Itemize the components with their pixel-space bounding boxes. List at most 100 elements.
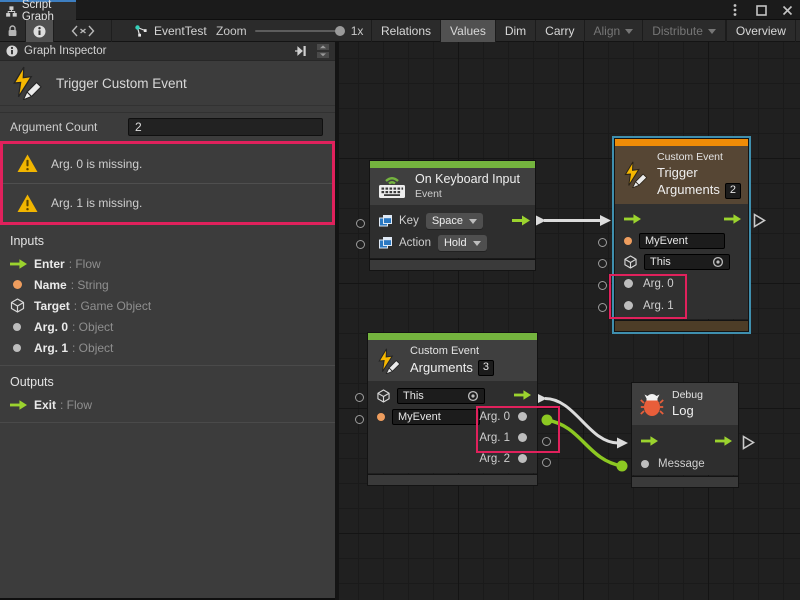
cube-icon[interactable] <box>624 255 637 269</box>
port-this-outer[interactable] <box>598 259 607 268</box>
flow-out-port[interactable] <box>514 390 531 400</box>
event-name-field[interactable]: MyEvent <box>639 233 725 249</box>
inspector-toggle-button[interactable] <box>26 20 54 42</box>
port-arg2-outer[interactable] <box>542 458 551 467</box>
wire-start-arrow <box>536 393 547 404</box>
port-row-name: Name: String <box>0 274 335 295</box>
flow-out-port[interactable] <box>724 214 741 224</box>
port-this-outer[interactable] <box>355 393 364 402</box>
argument-count-label: Argument Count <box>10 120 128 134</box>
flow-out-port[interactable] <box>715 436 732 446</box>
node-footer <box>632 477 738 487</box>
code-brackets-icon <box>71 25 95 37</box>
object-dot-icon <box>13 323 21 331</box>
string-port-dot[interactable] <box>377 413 385 421</box>
window-close-icon[interactable] <box>780 3 794 17</box>
port-myevent-outer[interactable] <box>598 238 607 247</box>
flow-in-port[interactable] <box>624 214 641 224</box>
warning-row: Arg. 0 is missing. <box>3 144 332 183</box>
graph-toolbar: EventTest Zoom 1x Relations Values Dim C… <box>0 20 800 42</box>
object-dot-icon <box>13 344 21 352</box>
flow-in-port[interactable] <box>641 436 658 446</box>
selected-color-bar <box>615 139 748 146</box>
target-icon[interactable] <box>467 390 479 402</box>
flow-continue-triangle[interactable] <box>742 435 755 450</box>
port-label-arg2: Arg. 2 <box>479 453 510 465</box>
dim-button[interactable]: Dim <box>495 20 535 42</box>
tab-bar: Script Graph <box>0 0 800 20</box>
node-title: On Keyboard Input <box>415 172 520 188</box>
action-dropdown[interactable]: Hold <box>438 235 487 251</box>
node-category: Custom Event <box>410 345 494 359</box>
node-footer <box>615 321 748 331</box>
object-port-dot[interactable] <box>641 460 649 468</box>
port-row-enter: Enter: Flow <box>0 253 335 274</box>
window-controls <box>728 2 794 18</box>
port-arg0-outer[interactable] <box>598 281 607 290</box>
debug-mode-button[interactable] <box>54 20 112 42</box>
spinner-control[interactable] <box>317 44 329 58</box>
arguments-count-field[interactable]: 3 <box>478 360 494 376</box>
flow-continue-triangle[interactable] <box>753 213 766 228</box>
window-menu-icon[interactable] <box>728 3 742 17</box>
bolt-pencil-icon <box>622 161 649 188</box>
warning-text: Arg. 0 is missing. <box>51 157 142 171</box>
dock-icon[interactable] <box>294 45 307 57</box>
node-category: Debug <box>672 389 703 402</box>
port-key-outer[interactable] <box>356 219 365 228</box>
wire-end-arrow <box>617 438 628 449</box>
port-action-outer[interactable] <box>356 240 365 249</box>
lock-button[interactable] <box>0 20 26 42</box>
node-on-keyboard-input[interactable]: On Keyboard Input Event Key Space Action… <box>370 161 535 270</box>
zoom-control: Zoom 1x <box>216 20 363 42</box>
zoom-slider-handle[interactable] <box>335 26 345 36</box>
node-footer <box>370 260 535 270</box>
align-button[interactable]: Align <box>584 20 643 42</box>
graph-inspector-panel: Graph Inspector Trigger Custom Event Arg… <box>0 42 335 600</box>
argument-count-row: Argument Count 2 <box>0 113 335 141</box>
target-field[interactable]: This <box>397 388 485 404</box>
port-row-exit: Exit: Flow <box>0 394 335 415</box>
object-port-dot[interactable] <box>518 454 527 463</box>
graph-icon <box>134 24 148 38</box>
values-button[interactable]: Values <box>440 20 495 42</box>
distribute-button[interactable]: Distribute <box>642 20 725 42</box>
warning-triangle-icon <box>17 154 38 173</box>
graph-name: EventTest <box>134 20 207 42</box>
spinner-up-icon[interactable] <box>317 44 329 50</box>
port-arg1-outer[interactable] <box>598 303 607 312</box>
event-name-field[interactable]: MyEvent <box>392 409 480 425</box>
graph-canvas[interactable]: On Keyboard Input Event Key Space Action… <box>339 42 800 600</box>
overview-button[interactable]: Overview <box>725 20 795 42</box>
spinner-down-icon[interactable] <box>317 52 329 58</box>
wire-port-dot[interactable] <box>617 461 628 472</box>
relations-button[interactable]: Relations <box>371 20 440 42</box>
target-icon[interactable] <box>712 256 724 268</box>
script-graph-icon <box>6 5 17 18</box>
bolt-pencil-icon <box>10 66 44 100</box>
node-title: Trigger <box>657 165 741 181</box>
graph-name-label: EventTest <box>154 24 207 38</box>
flow-out-port[interactable] <box>512 215 530 226</box>
window-maximize-icon[interactable] <box>754 3 768 17</box>
arguments-count-field[interactable]: 2 <box>725 183 741 199</box>
arguments-label: Arguments <box>410 360 473 376</box>
full-screen-button[interactable]: Full Screen <box>795 20 800 42</box>
carry-button[interactable]: Carry <box>535 20 583 42</box>
argument-count-field[interactable]: 2 <box>128 118 323 136</box>
chevron-down-icon <box>625 29 633 34</box>
key-dropdown[interactable]: Space <box>426 213 483 229</box>
port-myevent-outer[interactable] <box>355 415 364 424</box>
target-field[interactable]: This <box>644 254 730 270</box>
literal-icon <box>379 215 392 227</box>
tab-script-graph[interactable]: Script Graph <box>0 0 76 20</box>
node-subtitle: Event <box>415 188 520 201</box>
cube-icon[interactable] <box>377 389 390 403</box>
chevron-down-icon <box>708 29 716 34</box>
node-footer <box>368 475 537 485</box>
outputs-header: Outputs <box>0 366 335 394</box>
info-icon <box>33 25 46 38</box>
zoom-slider[interactable] <box>255 30 343 32</box>
node-debug-log[interactable]: Debug Log Message <box>632 383 738 487</box>
string-port-dot[interactable] <box>624 237 632 245</box>
